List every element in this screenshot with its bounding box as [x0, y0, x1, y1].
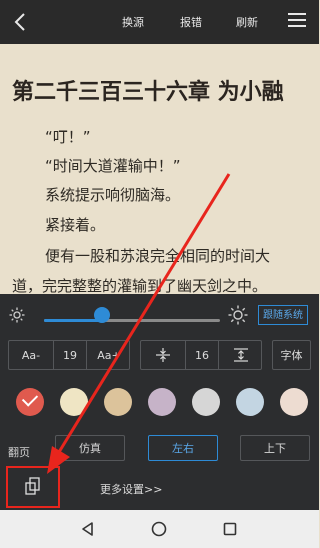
paragraph: “时间大道灌输中！”: [45, 157, 181, 175]
chevron-left-icon[interactable]: [10, 10, 32, 34]
brightness-slider-thumb[interactable]: [94, 307, 111, 323]
screen-rotate-icon: [23, 476, 43, 500]
line-spacing-value: 16: [195, 348, 209, 362]
square-recents-icon[interactable]: [221, 520, 239, 538]
triangle-back-icon[interactable]: [79, 520, 97, 538]
more-settings-link[interactable]: 更多设置>>: [100, 481, 162, 497]
page-turn-simulation-button[interactable]: 仿真: [55, 435, 125, 461]
bg-color-swatch-cream[interactable]: [60, 388, 88, 416]
bg-color-swatch-pink[interactable]: [280, 388, 308, 416]
brightness-slider-track[interactable]: [44, 319, 220, 322]
line-spacing-decrease-icon[interactable]: [141, 341, 185, 369]
brightness-low-icon: [9, 307, 25, 323]
paragraph: 系统提示响彻脑海。: [45, 186, 181, 204]
bg-color-swatch-tan[interactable]: [104, 388, 132, 416]
report-error-button[interactable]: 报错: [180, 14, 202, 30]
font-size-value: 19: [63, 348, 77, 362]
change-source-button[interactable]: 换源: [122, 14, 144, 30]
font-size-control: Aa- 19 Aa+: [8, 340, 130, 370]
bg-color-swatch-red[interactable]: [16, 388, 44, 416]
refresh-button[interactable]: 刷新: [236, 14, 258, 30]
system-nav-bar: [0, 510, 319, 548]
paragraph: 道，完完整整的灌输到了幽天剑之中。: [12, 277, 268, 294]
chapter-title: 第二千三百三十六章 为小融: [12, 80, 284, 105]
reader-toolbar: 换源 报错 刷新: [0, 0, 319, 44]
font-family-label: 字体: [280, 349, 303, 362]
screen-rotate-button[interactable]: [6, 466, 60, 508]
font-decrease-button[interactable]: Aa-: [9, 341, 53, 369]
hamburger-menu-icon[interactable]: [288, 13, 306, 29]
paragraph: 紧接着。: [45, 216, 106, 234]
paragraph: 便有一股和苏浪完全相同的时间大: [45, 247, 271, 265]
line-spacing-control: 16: [140, 340, 262, 370]
follow-system-brightness-button[interactable]: 跟随系统: [258, 305, 308, 325]
chapter-content[interactable]: 第二千三百三十六章 为小融 “叮！” “时间大道灌输中！” 系统提示响彻脑海。 …: [0, 44, 319, 294]
circle-home-icon[interactable]: [150, 520, 168, 538]
line-spacing-increase-icon[interactable]: [219, 341, 263, 369]
page-turn-label: 翻页: [8, 446, 30, 459]
check-icon: [21, 390, 39, 407]
paragraph: “叮！”: [45, 128, 91, 146]
page-turn-horizontal-button[interactable]: 左右: [148, 435, 218, 461]
font-increase-button[interactable]: Aa+: [87, 341, 131, 369]
font-family-button[interactable]: 字体: [272, 340, 311, 370]
bg-color-swatch-gray[interactable]: [192, 388, 220, 416]
brightness-slider-fill: [44, 319, 103, 322]
reading-settings-panel: 跟随系统 Aa- 19 Aa+ 16 字体 翻页 仿真 左右 上下 更多设置>>: [0, 294, 319, 510]
bg-color-swatch-lavender[interactable]: [148, 388, 176, 416]
brightness-high-icon: [228, 305, 248, 325]
bg-color-swatch-blue[interactable]: [236, 388, 264, 416]
page-turn-vertical-button[interactable]: 上下: [240, 435, 310, 461]
